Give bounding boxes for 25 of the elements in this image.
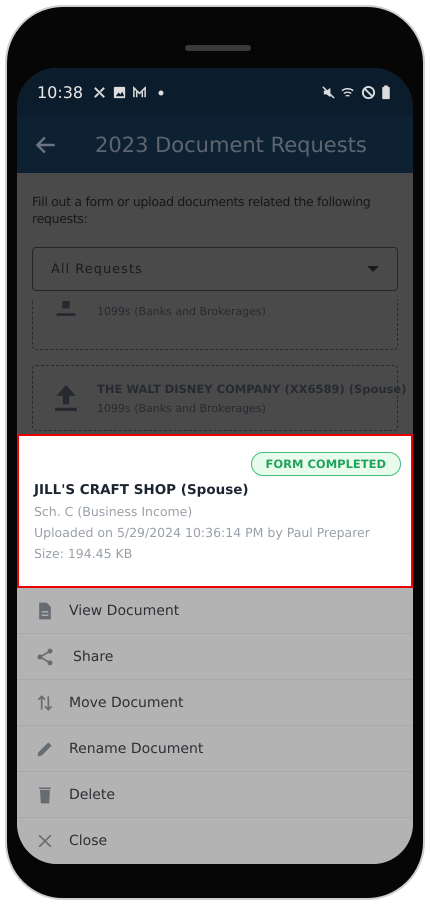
upload-info: Uploaded on 5/29/2024 10:36:14 PM by Paul Preparer [34, 525, 371, 540]
share-icon [35, 646, 55, 666]
upload-icon [55, 385, 77, 411]
file-size: Size: 194.45 KB [34, 546, 134, 561]
battery-icon [381, 85, 391, 100]
document-category: Sch. C (Business Income) [34, 504, 194, 519]
status-badge: FORM COMPLETED [250, 452, 401, 476]
document-title: JILL'S CRAFT SHOP (Spouse) [34, 482, 250, 498]
screen-title: 2023 Document Requests [95, 133, 367, 157]
speaker-grille [185, 45, 251, 51]
do-not-disturb-icon [361, 85, 376, 100]
dropdown-caret-icon [367, 266, 379, 272]
delete-menu-item[interactable]: Delete [17, 772, 413, 818]
mail-icon [132, 85, 148, 100]
view-menu-item[interactable]: View Document [17, 588, 413, 634]
image-icon [112, 85, 128, 100]
move-menu-item[interactable]: Move Document [17, 680, 413, 726]
status-time: 10:38 [37, 83, 84, 102]
notification-dot-icon [158, 90, 164, 96]
rename-menu-item[interactable]: Rename Document [17, 726, 413, 772]
close-menu-item[interactable]: Close [17, 818, 413, 864]
share-menu-item[interactable]: Share [17, 634, 413, 680]
swap-arrows-icon [35, 692, 55, 712]
mute-icon [321, 85, 336, 100]
upload-icon [55, 301, 77, 316]
